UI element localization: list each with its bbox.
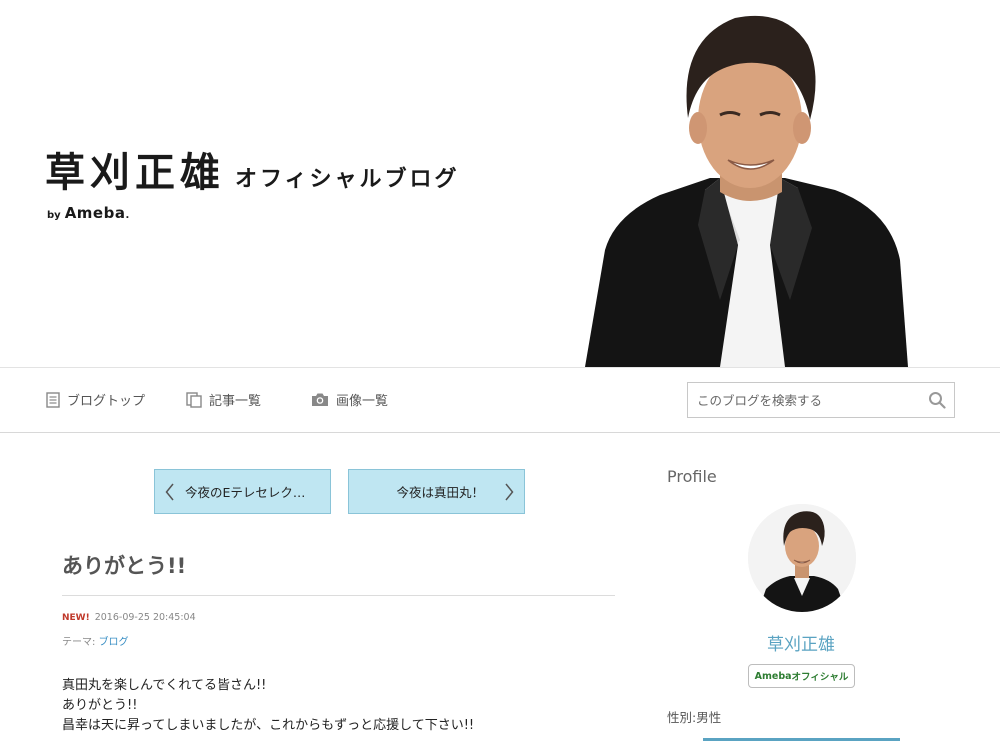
badge-brand: Ameba — [754, 670, 792, 682]
article-body-line: ありがとう!! — [62, 698, 138, 713]
blog-title[interactable]: 草刈正雄 オフィシャルブログ — [45, 140, 460, 198]
ameba-brand-dot: . — [125, 210, 130, 221]
nav-image-list[interactable]: 画像一覧 — [311, 390, 388, 409]
chevron-right-icon — [505, 483, 514, 500]
article-theme: テーマ: ブログ — [62, 633, 129, 648]
global-nav: ブログトップ 記事一覧 画像一覧 — [0, 367, 1000, 433]
profile-name[interactable]: 草刈正雄 — [667, 630, 935, 655]
nav-entry-list-label: 記事一覧 — [209, 394, 262, 409]
article-body-line: 真田丸を楽しんでくれてる皆さん!! — [62, 678, 267, 693]
new-badge: NEW! — [62, 612, 90, 623]
ameba-brand-text: Ameba — [64, 204, 126, 222]
blog-search — [687, 382, 955, 418]
article-body-line: 昌幸は天に昇ってしまいましたが、これからもずっと応援して下さい!! — [62, 718, 475, 733]
avatar-image — [748, 504, 856, 612]
header-portrait-image — [585, 15, 908, 367]
prev-entry-label: 今夜のEテレセレク… — [185, 485, 306, 500]
nav-blog-top-label: ブログトップ — [67, 394, 146, 409]
camera-icon — [312, 393, 328, 406]
copy-icon — [186, 391, 202, 408]
blog-title-suffix: オフィシャルブログ — [235, 166, 460, 192]
article-divider — [62, 595, 615, 596]
badge-text: オフィシャル — [791, 672, 849, 683]
ameba-official-badge: Ameba オフィシャル — [748, 664, 855, 688]
article-meta: NEW! 2016-09-25 20:45:04 — [62, 612, 196, 623]
next-entry-button[interactable]: 今夜は真田丸！ — [348, 469, 525, 514]
nav-entry-list[interactable]: 記事一覧 — [186, 390, 261, 409]
chevron-left-icon — [165, 483, 174, 500]
avatar[interactable] — [748, 504, 856, 612]
blog-title-name: 草刈正雄 — [45, 149, 225, 196]
nav-blog-top[interactable]: ブログトップ — [46, 390, 145, 409]
by-ameba-logo[interactable]: by Ameba . — [47, 204, 129, 222]
nav-image-list-label: 画像一覧 — [336, 394, 389, 409]
search-input[interactable] — [688, 383, 920, 417]
search-icon[interactable] — [928, 391, 946, 409]
article-timestamp: 2016-09-25 20:45:04 — [94, 612, 196, 623]
theme-label: テーマ: — [62, 637, 96, 648]
prev-entry-button[interactable]: 今夜のEテレセレク… — [154, 469, 331, 514]
profile-heading: Profile — [667, 467, 717, 486]
by-text: by — [47, 210, 61, 221]
article-body: 真田丸を楽しんでくれてる皆さん!! ありがとう!! 昌幸は天に昇ってしまいました… — [62, 676, 474, 736]
blog-header: 草刈正雄 オフィシャルブログ by Ameba . — [0, 0, 1000, 367]
theme-link[interactable]: ブログ — [99, 637, 129, 648]
article-title[interactable]: ありがとう!! — [62, 550, 186, 580]
document-icon — [46, 391, 60, 408]
profile-gender: 性別:男性 — [667, 710, 722, 725]
next-entry-label: 今夜は真田丸！ — [396, 485, 484, 500]
